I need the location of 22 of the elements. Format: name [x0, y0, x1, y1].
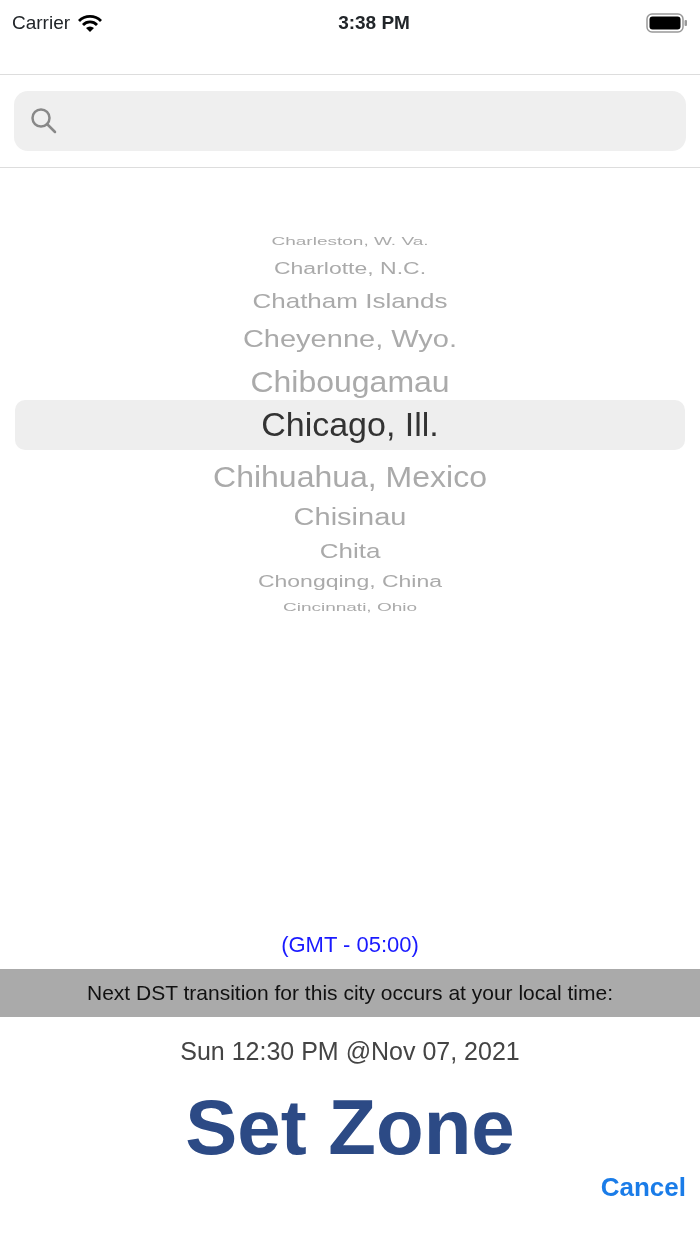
picker-item[interactable]: Chatham Islands [252, 290, 448, 313]
picker-item[interactable]: Charleston, W. Va. [271, 235, 429, 248]
picker-item[interactable]: Chibougamau [250, 366, 450, 399]
search-icon [30, 107, 58, 135]
search-field[interactable] [14, 91, 686, 151]
status-time: 3:38 PM [338, 10, 410, 35]
picker-item[interactable]: Chisinau [293, 503, 407, 531]
cancel-button[interactable]: Cancel [594, 1166, 692, 1208]
picker-item[interactable]: Chongqing, China [257, 572, 443, 590]
picker-item[interactable]: Cheyenne, Wyo. [242, 325, 458, 353]
picker-item[interactable]: Chihuahua, Mexico [213, 461, 487, 494]
set-zone-button[interactable]: Set Zone [179, 1086, 521, 1167]
picker-item[interactable]: Chicago, Ill. [15, 400, 685, 450]
picker-item[interactable]: Charlotte, N.C. [273, 260, 427, 278]
picker-item[interactable]: Cincinnati, Ohio [282, 600, 418, 614]
picker-item[interactable]: Chita [319, 540, 381, 562]
dst-banner-text: Next DST transition for this city occurs at your local time: [87, 980, 613, 1007]
gmt-offset: (GMT - 05:00) [281, 932, 419, 957]
carrier-label: Carrier [12, 10, 71, 35]
dst-time: Sun 12:30 PM @Nov 07, 2021 [180, 1037, 520, 1065]
battery-icon [646, 13, 688, 33]
wifi-icon [78, 14, 103, 32]
